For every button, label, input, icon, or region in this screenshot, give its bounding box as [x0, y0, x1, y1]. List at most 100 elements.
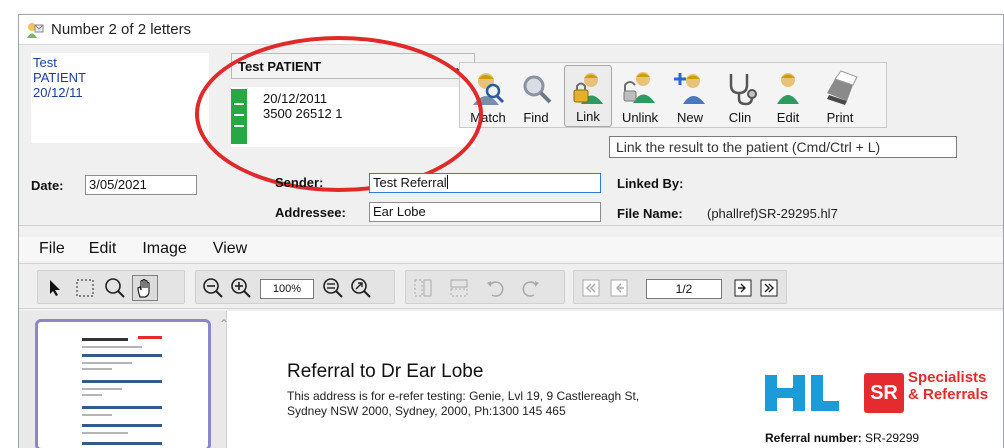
new-button[interactable]: New — [666, 65, 714, 127]
pointer-tool-button[interactable] — [42, 275, 68, 301]
file-name-label: File Name: — [617, 206, 683, 221]
clin-button[interactable]: Clin — [716, 65, 764, 127]
sender-field[interactable]: Test Referral — [369, 173, 601, 193]
date-field[interactable]: 3/05/2021 — [85, 175, 197, 195]
document-address: This address is for e-refer testing: Gen… — [287, 389, 639, 419]
window-title: Number 2 of 2 letters — [51, 21, 192, 38]
patient-last-name: PATIENT — [33, 70, 86, 85]
magnifier-icon — [523, 75, 552, 104]
add-person-icon — [674, 73, 705, 104]
actual-size-button[interactable] — [348, 275, 374, 301]
action-toolbar: Match Find Link Unlink New Clin Edit Pri… — [459, 62, 887, 128]
tool-group-pages: 1/2 — [573, 270, 787, 304]
addressee-field[interactable]: Ear Lobe — [369, 202, 601, 222]
next-page-button[interactable] — [730, 275, 756, 301]
hand-pan-icon — [137, 278, 150, 298]
tool-group-rotate — [405, 270, 565, 304]
actual-size-icon — [351, 278, 371, 298]
edit-person-icon — [777, 73, 799, 104]
zoom-in-icon — [231, 278, 251, 298]
edit-button[interactable]: Edit — [764, 65, 812, 127]
title-bar: Number 2 of 2 letters — [19, 15, 1003, 45]
clin-label: Clin — [728, 110, 752, 125]
document-title: Referral to Dr Ear Lobe — [287, 361, 484, 382]
page-thumbnail[interactable] — [35, 319, 211, 448]
hand-tool-button[interactable] — [132, 275, 158, 301]
printer-icon — [827, 70, 858, 105]
scroll-up-arrow[interactable]: ⌃ — [219, 317, 229, 331]
marquee-select-icon — [76, 279, 94, 297]
annotation-circle — [195, 36, 483, 192]
first-page-icon — [582, 279, 600, 297]
page-number-field[interactable]: 1/2 — [646, 279, 722, 299]
lock-person-icon — [573, 73, 603, 104]
menu-image[interactable]: Image — [142, 240, 186, 258]
sr-logo-mark: SR — [864, 373, 904, 413]
linked-by-label: Linked By: — [617, 176, 684, 191]
viewer-toolbar: 100% 1/2 — [19, 263, 1003, 309]
address-line-2: Sydney NSW 2000, Sydney, 2000, Ph:1300 1… — [287, 404, 566, 418]
divider — [19, 225, 1003, 226]
menu-file[interactable]: File — [39, 240, 65, 258]
referral-number: Referral number: SR-29299 — [765, 431, 919, 445]
sender-value: Test Referral — [373, 175, 447, 190]
zoom-out-icon — [203, 278, 223, 298]
hl-logo — [765, 375, 839, 411]
rotate-left-icon — [487, 281, 504, 297]
edit-label: Edit — [776, 110, 800, 125]
menu-view[interactable]: View — [213, 240, 247, 258]
referral-number-label: Referral number: — [765, 431, 862, 445]
print-button[interactable]: Print — [816, 65, 864, 127]
next-page-icon — [734, 279, 752, 297]
split-horizontal-icon — [450, 279, 468, 297]
split-vertical-icon — [414, 279, 432, 297]
marquee-tool-button[interactable] — [72, 275, 98, 301]
date-label: Date: — [31, 178, 64, 193]
referral-number-value: SR-29299 — [865, 431, 920, 445]
patient-first-name: Test — [33, 55, 57, 70]
menu-bar: File Edit Image View — [19, 237, 1003, 261]
link-label: Link — [576, 109, 600, 124]
sender-label: Sender: — [275, 175, 324, 190]
link-button[interactable]: Link — [564, 65, 612, 127]
split-horizontal-button[interactable] — [446, 275, 472, 301]
zoom-tool-button[interactable] — [102, 275, 128, 301]
last-page-icon — [760, 279, 778, 297]
unlink-person-icon — [623, 72, 655, 103]
unlink-label: Unlink — [621, 110, 659, 125]
patient-card: Test PATIENT 20/12/11 — [31, 53, 209, 143]
sr-logo-line1: Specialists — [908, 369, 987, 386]
magnifier-tool-icon — [105, 278, 125, 298]
letters-icon — [27, 22, 44, 38]
prev-page-icon — [610, 279, 628, 297]
stethoscope-icon — [729, 74, 757, 106]
zoom-out-button[interactable] — [200, 275, 226, 301]
patient-dob: 20/12/11 — [33, 85, 83, 100]
rotate-right-icon — [522, 281, 539, 297]
rotate-right-button[interactable] — [518, 275, 544, 301]
sr-logo-line2: & Referrals — [908, 386, 989, 403]
unlink-button[interactable]: Unlink — [616, 65, 664, 127]
letter-window: Number 2 of 2 letters Test PATIENT 20/12… — [18, 14, 1004, 448]
file-name-value: (phallref)SR-29295.hl7 — [707, 206, 838, 221]
zoom-level-field[interactable]: 100% — [260, 279, 314, 299]
link-tooltip: Link the result to the patient (Cmd/Ctrl… — [609, 136, 957, 158]
last-page-button[interactable] — [756, 275, 782, 301]
find-label: Find — [523, 110, 549, 125]
first-page-button[interactable] — [578, 275, 604, 301]
zoom-in-button[interactable] — [228, 275, 254, 301]
print-label: Print — [826, 110, 854, 125]
menu-edit[interactable]: Edit — [89, 240, 117, 258]
find-button[interactable]: Find — [512, 65, 560, 127]
new-label: New — [676, 110, 703, 125]
fit-page-icon — [323, 278, 343, 298]
fit-width-button[interactable] — [320, 275, 346, 301]
tool-group-select — [37, 270, 185, 304]
rotate-left-button[interactable] — [482, 275, 508, 301]
addressee-label: Addressee: — [275, 205, 346, 220]
split-vertical-button[interactable] — [410, 275, 436, 301]
document-viewer: ⌃ Referral to Dr Ear Lobe This address i… — [19, 311, 1003, 448]
address-line-1: This address is for e-refer testing: Gen… — [287, 389, 640, 403]
prev-page-button[interactable] — [606, 275, 632, 301]
thumbnail-pane: ⌃ — [19, 311, 229, 448]
